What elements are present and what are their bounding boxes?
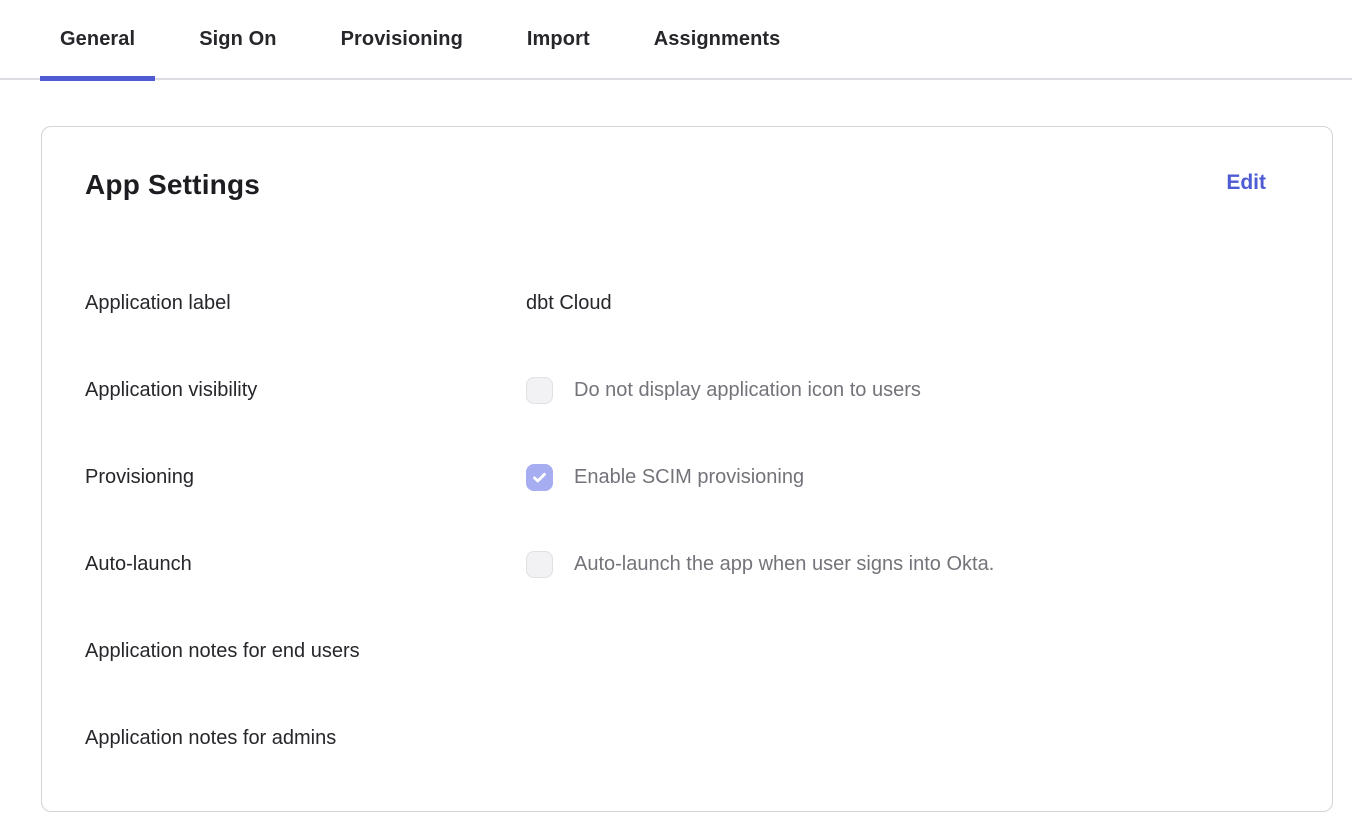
tab-assignments[interactable]: Assignments [634,0,801,78]
row-label: Auto-launch [85,553,526,576]
auto-launch-checkbox-label[interactable]: Auto-launch the app when user signs into… [574,553,994,576]
auto-launch-checkbox[interactable] [526,551,553,578]
tab-sign-on[interactable]: Sign On [179,0,296,78]
auto-launch-check-group: Auto-launch the app when user signs into… [526,551,994,578]
app-settings-card: App Settings Edit Application label dbt … [41,126,1333,812]
check-icon [531,469,548,486]
tab-import[interactable]: Import [507,0,610,78]
row-notes-admins: Application notes for admins [85,724,1288,752]
row-label: Application visibility [85,379,526,402]
card-header: App Settings Edit [85,169,1288,201]
row-application-label: Application label dbt Cloud [85,289,1288,317]
application-label-value: dbt Cloud [526,292,612,315]
row-label: Provisioning [85,466,526,489]
settings-rows: Application label dbt Cloud Application … [85,289,1288,752]
visibility-checkbox[interactable] [526,377,553,404]
scim-provisioning-checkbox[interactable] [526,464,553,491]
provisioning-check-group: Enable SCIM provisioning [526,464,804,491]
edit-button[interactable]: Edit [1226,171,1266,195]
row-auto-launch: Auto-launch Auto-launch the app when use… [85,550,1288,578]
row-label: Application notes for end users [85,640,526,663]
card-title: App Settings [85,169,260,201]
row-label: Application notes for admins [85,727,526,750]
row-label: Application label [85,292,526,315]
app-tabs: General Sign On Provisioning Import Assi… [0,0,1352,80]
visibility-check-group: Do not display application icon to users [526,377,921,404]
tab-provisioning[interactable]: Provisioning [321,0,483,78]
row-notes-end-users: Application notes for end users [85,637,1288,665]
scim-provisioning-checkbox-label[interactable]: Enable SCIM provisioning [574,466,804,489]
visibility-checkbox-label[interactable]: Do not display application icon to users [574,379,921,402]
row-application-visibility: Application visibility Do not display ap… [85,376,1288,404]
tab-general[interactable]: General [40,0,155,78]
row-provisioning: Provisioning Enable SCIM provisioning [85,463,1288,491]
